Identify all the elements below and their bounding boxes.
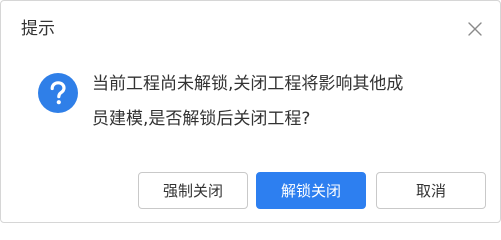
cancel-button[interactable]: 取消 xyxy=(376,172,486,209)
dialog-message: 当前工程尚未解锁,关闭工程将影响其他成 员建模,是否解锁后关闭工程? xyxy=(92,67,467,137)
force-close-button[interactable]: 强制关闭 xyxy=(138,172,248,209)
dialog-title: 提示 xyxy=(21,19,55,39)
message-line-1: 当前工程尚未解锁,关闭工程将影响其他成 xyxy=(92,74,404,94)
unlock-close-button[interactable]: 解锁关闭 xyxy=(256,172,366,209)
prompt-dialog: 提示 当前工程尚未解锁,关闭工程将影响其他成 员建模,是否解锁后关闭工程? 强制… xyxy=(0,0,501,223)
message-line-2: 员建模,是否解锁后关闭工程? xyxy=(92,109,311,129)
question-icon xyxy=(38,73,78,113)
close-icon xyxy=(468,22,482,36)
close-button[interactable] xyxy=(462,16,488,42)
